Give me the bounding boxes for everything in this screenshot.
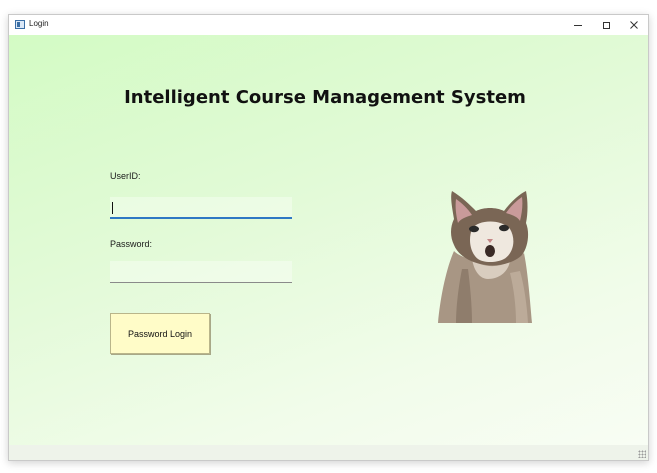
close-button[interactable] [620,15,648,35]
password-input[interactable] [110,261,292,283]
password-login-button[interactable]: Password Login [110,313,210,354]
app-window-icon [15,20,25,29]
minimize-button[interactable] [564,15,592,35]
login-window: Login Intelligent Course Management Syst… [8,14,649,461]
close-icon [630,21,638,29]
maximize-button[interactable] [592,15,620,35]
window-title: Login [29,19,49,28]
userid-label: UserID: [110,171,141,181]
text-caret [112,202,113,214]
minimize-icon [574,24,582,26]
password-label: Password: [110,239,153,249]
status-bar [9,445,648,460]
title-bar[interactable]: Login [9,15,648,35]
page-title: Intelligent Course Management System [124,87,526,108]
cat-image [438,191,532,323]
login-panel: Intelligent Course Management System Use… [9,35,648,445]
userid-input[interactable] [110,197,292,219]
resize-grip-icon[interactable] [638,450,646,458]
maximize-icon [602,21,610,29]
